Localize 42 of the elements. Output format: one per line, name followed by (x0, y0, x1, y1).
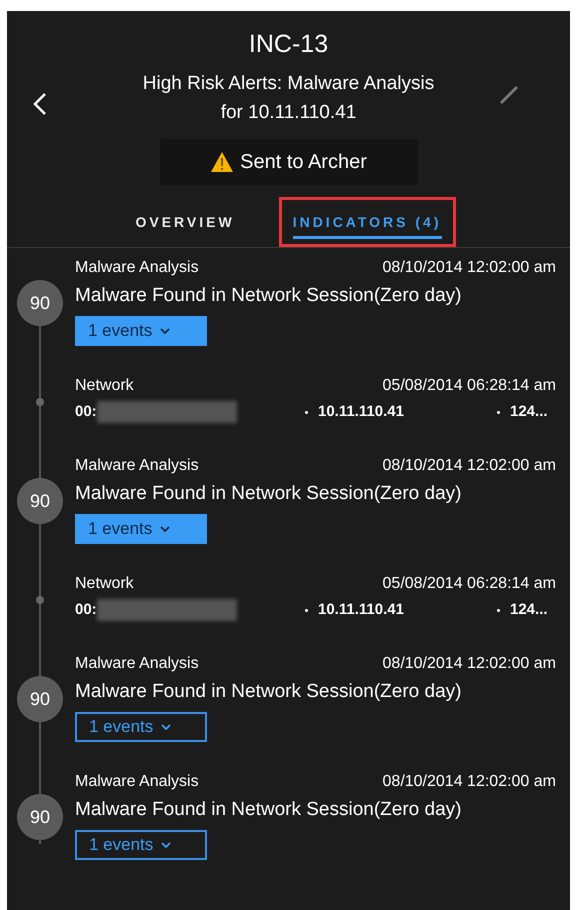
session-field: 00: (75, 596, 97, 624)
caret-icon (160, 328, 170, 334)
indicator-source: Malware Analysis (75, 258, 199, 278)
incident-title: High Risk Alerts: Malware Analysis for 10.11.110.41 (142, 72, 436, 125)
indicator-time: 05/08/2014 06:28:14 am (382, 376, 556, 396)
indicator-name: Malware Found in Network Session(Zero day) (75, 798, 462, 822)
indicator-time: 08/10/2014 12:02:00 am (382, 654, 556, 674)
warning-icon (210, 151, 234, 173)
risk-score: 90 (17, 280, 63, 326)
session-field: 124... (510, 596, 548, 624)
events-button[interactable]: 1 events (75, 316, 207, 346)
indicator-name: Malware Found in Network Session(Zero day) (75, 284, 462, 308)
risk-score: 90 (17, 676, 63, 722)
indicator-time: 05/08/2014 06:28:14 am (382, 574, 556, 594)
events-button[interactable]: 1 events (75, 712, 207, 742)
indicator-source: Network (75, 574, 134, 594)
indicator-source: Network (75, 376, 134, 396)
status-text: Sent to Archer (240, 150, 367, 175)
pencil-icon[interactable] (499, 85, 519, 105)
caret-icon (160, 526, 170, 532)
caret-icon (161, 842, 172, 848)
risk-score: 90 (17, 794, 63, 840)
indicator-time: 08/10/2014 12:02:00 am (382, 772, 556, 792)
indicator-source: Malware Analysis (75, 654, 199, 674)
indicator-time: 08/10/2014 12:02:00 am (382, 456, 556, 476)
back-icon[interactable] (33, 93, 47, 115)
incident-id: INC-13 (248, 29, 328, 60)
tab[interactable]: OVERVIEW (135, 205, 235, 239)
events-button[interactable]: 1 events (75, 514, 207, 544)
indicator-source: Malware Analysis (75, 772, 199, 792)
caret-icon (161, 724, 172, 730)
session-field: 124... (510, 398, 548, 426)
session-field: 10.11.110.41 (318, 596, 404, 624)
indicator-time: 08/10/2014 12:02:00 am (382, 258, 556, 278)
tab[interactable]: INDICATORS (4) (292, 205, 442, 239)
indicator-name: Malware Found in Network Session(Zero day) (75, 680, 462, 704)
indicator-name: Malware Found in Network Session(Zero day) (75, 482, 462, 506)
session-field: 00: (75, 398, 97, 426)
events-button[interactable]: 1 events (75, 830, 207, 860)
session-field: 10.11.110.41 (318, 398, 404, 426)
risk-score: 90 (17, 478, 63, 524)
indicator-source: Malware Analysis (75, 456, 199, 476)
